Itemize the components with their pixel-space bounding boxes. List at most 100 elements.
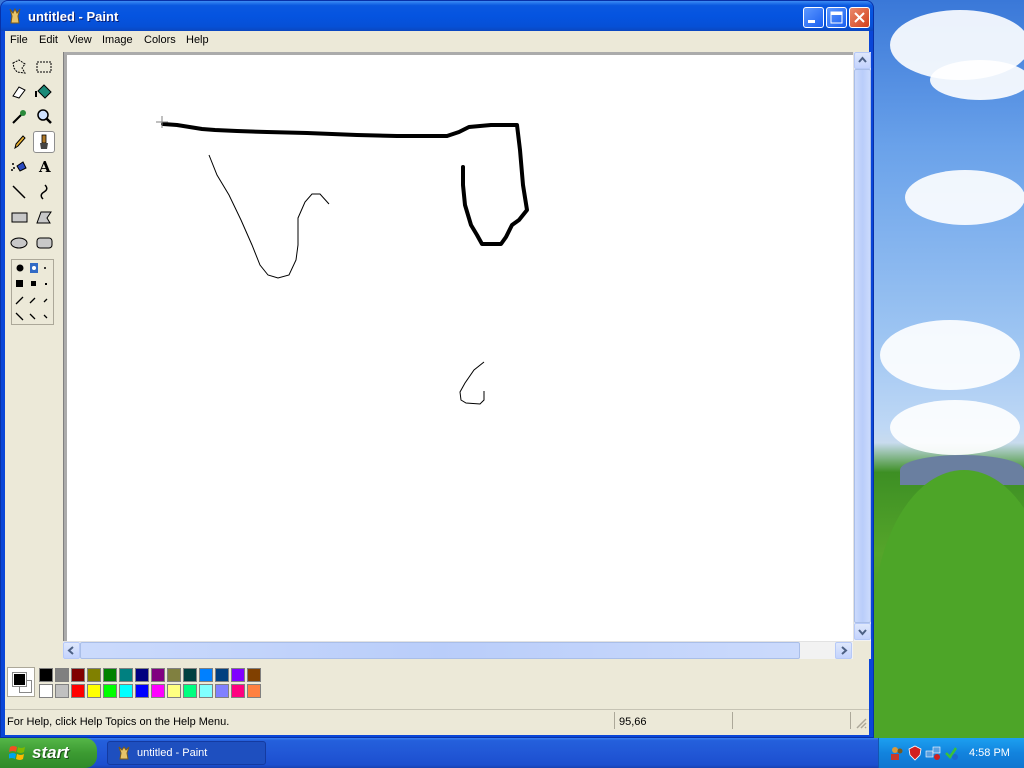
system-tray: 4:58 PM xyxy=(878,738,1024,768)
tool-pencil[interactable] xyxy=(8,131,30,153)
network-icon[interactable] xyxy=(925,745,941,761)
tool-eraser[interactable] xyxy=(8,81,30,103)
color-swatch[interactable] xyxy=(231,684,245,698)
horizontal-scroll-thumb[interactable] xyxy=(80,642,800,659)
color-swatch[interactable] xyxy=(39,684,53,698)
color-swatch[interactable] xyxy=(71,684,85,698)
menu-colors[interactable]: Colors xyxy=(144,34,176,46)
color-swatch[interactable] xyxy=(231,668,245,682)
start-label: start xyxy=(32,743,69,762)
title-bar[interactable]: untitled - Paint xyxy=(1,1,873,31)
color-swatch[interactable] xyxy=(39,668,53,682)
rectangle-icon xyxy=(11,212,28,223)
vertical-scroll-thumb[interactable] xyxy=(854,69,871,623)
paint-window: untitled - Paint File Edit View Image Co… xyxy=(0,0,874,738)
scroll-up-button[interactable] xyxy=(854,52,871,69)
tool-color-picker[interactable] xyxy=(8,106,30,128)
color-swatch[interactable] xyxy=(167,668,181,682)
color-swatch[interactable] xyxy=(87,684,101,698)
chevron-left-icon xyxy=(67,646,74,655)
menu-edit[interactable]: Edit xyxy=(39,34,58,46)
color-swatch[interactable] xyxy=(199,668,213,682)
taskbar-item-paint[interactable]: untitled - Paint xyxy=(107,741,266,765)
rounded-rectangle-icon xyxy=(36,237,53,249)
menu-bar: File Edit View Image Colors Help xyxy=(5,31,869,50)
text-icon: A xyxy=(39,158,51,176)
clock: 4:58 PM xyxy=(969,747,1010,759)
horizontal-scrollbar[interactable] xyxy=(63,641,853,659)
close-button[interactable] xyxy=(849,7,870,28)
color-swatch[interactable] xyxy=(183,668,197,682)
tool-text[interactable]: A xyxy=(33,156,55,178)
start-button[interactable]: start xyxy=(0,738,97,768)
windows-logo-icon xyxy=(9,746,25,760)
scroll-down-button[interactable] xyxy=(854,623,871,640)
color-swatch[interactable] xyxy=(71,668,85,682)
vertical-scrollbar[interactable] xyxy=(853,52,871,641)
current-colors[interactable] xyxy=(7,667,35,697)
color-swatch[interactable] xyxy=(135,668,149,682)
color-swatch[interactable] xyxy=(247,684,261,698)
color-swatch[interactable] xyxy=(87,668,101,682)
menu-file[interactable]: File xyxy=(10,34,28,46)
color-palette xyxy=(5,661,869,705)
canvas-frame xyxy=(63,52,854,641)
drawing-canvas[interactable] xyxy=(67,55,854,641)
tool-fill[interactable] xyxy=(33,81,55,103)
color-swatch[interactable] xyxy=(215,684,229,698)
color-picker-icon xyxy=(12,110,26,124)
resize-grip-icon[interactable] xyxy=(855,717,867,729)
ellipse-icon xyxy=(10,237,28,249)
color-swatch[interactable] xyxy=(183,684,197,698)
color-swatch[interactable] xyxy=(135,684,149,698)
menu-view[interactable]: View xyxy=(68,34,92,46)
menu-image[interactable]: Image xyxy=(102,34,133,46)
security-shield-icon[interactable] xyxy=(907,745,923,761)
tool-brush[interactable] xyxy=(33,131,55,153)
color-swatch[interactable] xyxy=(55,684,69,698)
color-swatch[interactable] xyxy=(167,684,181,698)
tool-rectangle-select[interactable] xyxy=(33,56,55,78)
tool-free-form-select[interactable] xyxy=(8,56,30,78)
scroll-left-button[interactable] xyxy=(63,642,80,659)
tool-rounded-rectangle[interactable] xyxy=(33,231,55,253)
line-icon xyxy=(12,185,26,199)
color-swatch[interactable] xyxy=(119,684,133,698)
color-swatch[interactable] xyxy=(119,668,133,682)
scroll-right-button[interactable] xyxy=(835,642,852,659)
canvas-workspace xyxy=(63,52,871,659)
canvas-drawing xyxy=(156,116,529,405)
foreground-color xyxy=(12,672,27,687)
people-icon[interactable] xyxy=(889,745,905,761)
tool-magnifier[interactable] xyxy=(33,106,55,128)
color-swatch[interactable] xyxy=(103,684,117,698)
color-swatch[interactable] xyxy=(247,668,261,682)
window-title: untitled - Paint xyxy=(28,9,119,24)
tool-ellipse[interactable] xyxy=(8,231,30,253)
fill-bucket-icon xyxy=(35,84,52,99)
color-swatch[interactable] xyxy=(103,668,117,682)
update-icon[interactable] xyxy=(943,745,959,761)
color-swatch[interactable] xyxy=(55,668,69,682)
maximize-button[interactable] xyxy=(826,7,847,28)
taskbar-item-label: untitled - Paint xyxy=(137,747,208,759)
tool-airbrush[interactable] xyxy=(8,156,30,178)
airbrush-icon xyxy=(11,161,27,172)
client-area: File Edit View Image Colors Help A For H… xyxy=(5,31,871,735)
color-swatch[interactable] xyxy=(151,668,165,682)
color-swatch[interactable] xyxy=(215,668,229,682)
scrollbar-corner xyxy=(853,641,871,659)
color-swatch[interactable] xyxy=(151,684,165,698)
brush-shape-options[interactable] xyxy=(11,259,54,325)
paint-app-icon xyxy=(9,8,21,24)
cloud xyxy=(930,60,1024,100)
tool-curve[interactable] xyxy=(33,181,55,203)
tool-polygon[interactable] xyxy=(33,206,55,228)
toolbox: A xyxy=(5,52,61,669)
color-swatch[interactable] xyxy=(199,684,213,698)
brush-icon xyxy=(40,134,48,149)
minimize-button[interactable] xyxy=(803,7,824,28)
menu-help[interactable]: Help xyxy=(186,34,209,46)
tool-line[interactable] xyxy=(8,181,30,203)
tool-rectangle[interactable] xyxy=(8,206,30,228)
